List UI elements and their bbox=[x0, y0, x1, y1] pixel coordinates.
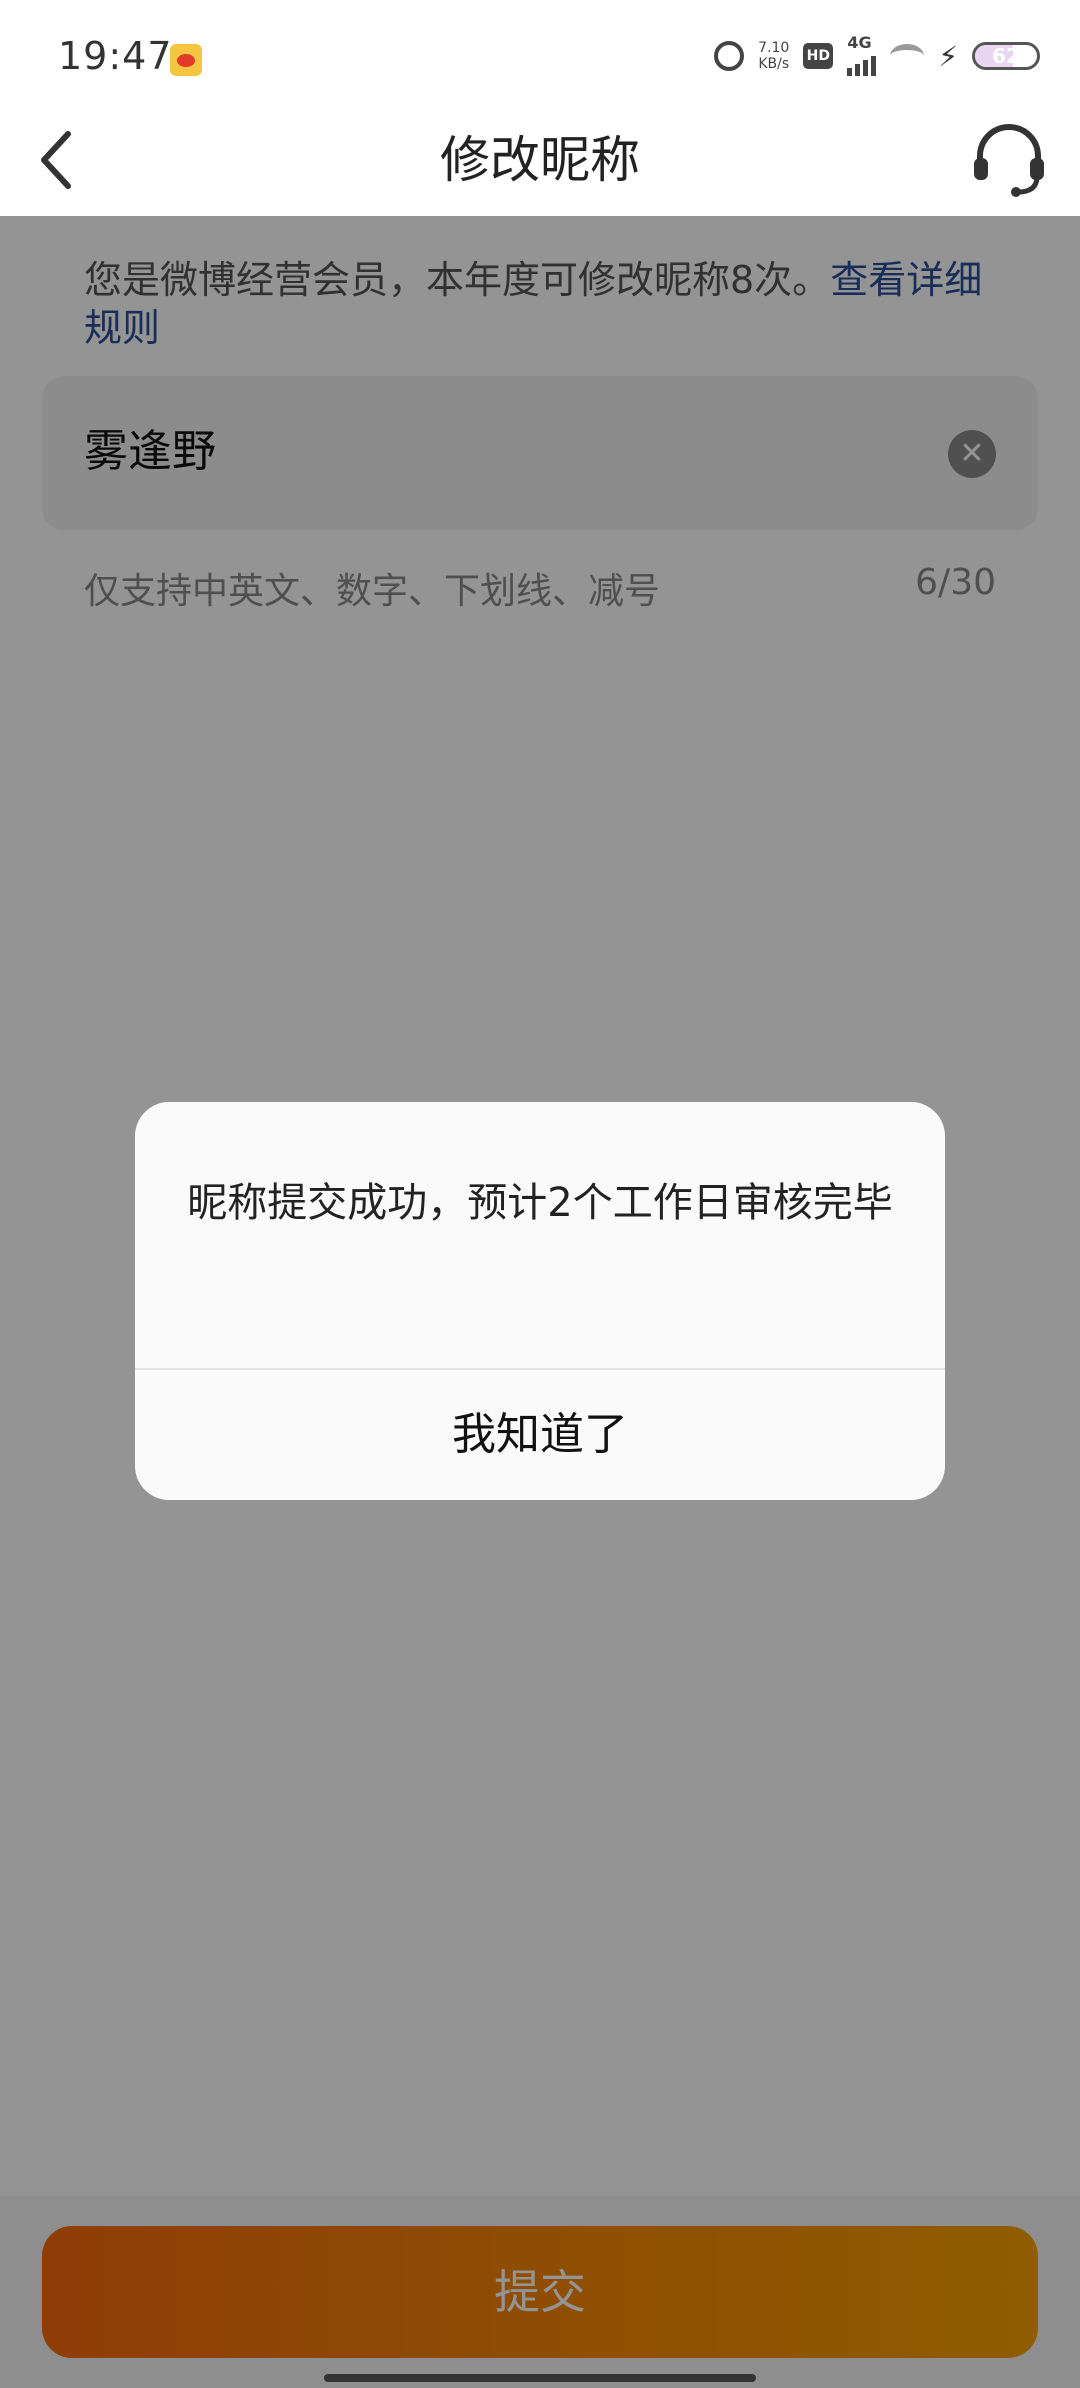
page-title: 修改昵称 bbox=[440, 131, 640, 189]
battery-icon: 62 bbox=[972, 42, 1040, 70]
network-type-label: 4G bbox=[847, 33, 872, 52]
nav-bar: 修改昵称 bbox=[0, 110, 1080, 216]
status-time: 19:47 bbox=[58, 34, 173, 78]
alarm-icon bbox=[714, 41, 745, 71]
charging-icon: ⚡ bbox=[938, 39, 958, 73]
status-indicators: 7.10 KB/s HD 4G ⚡ 62 bbox=[714, 33, 1040, 76]
network-speed-unit: KB/s bbox=[758, 56, 790, 72]
battery-level: 62 bbox=[992, 44, 1020, 68]
network-speed-value: 7.10 bbox=[758, 40, 790, 56]
weibo-notification-icon bbox=[170, 44, 202, 76]
dialog-message: 昵称提交成功，预计2个工作日审核完毕 bbox=[187, 1180, 893, 1226]
home-indicator[interactable] bbox=[324, 2374, 756, 2382]
acknowledge-button[interactable]: 我知道了 bbox=[135, 1370, 945, 1500]
network-speed: 7.10 KB/s bbox=[758, 40, 789, 72]
success-dialog: 昵称提交成功，预计2个工作日审核完毕 我知道了 bbox=[135, 1102, 945, 1500]
headset-icon bbox=[974, 124, 1044, 197]
cellular-signal-icon: 4G bbox=[847, 33, 877, 76]
hd-icon: HD bbox=[803, 43, 834, 69]
status-bar: 19:47 7.10 KB/s HD 4G ⚡ 62 bbox=[0, 0, 1080, 110]
wifi-icon bbox=[890, 44, 925, 68]
customer-service-button[interactable] bbox=[966, 116, 1052, 202]
